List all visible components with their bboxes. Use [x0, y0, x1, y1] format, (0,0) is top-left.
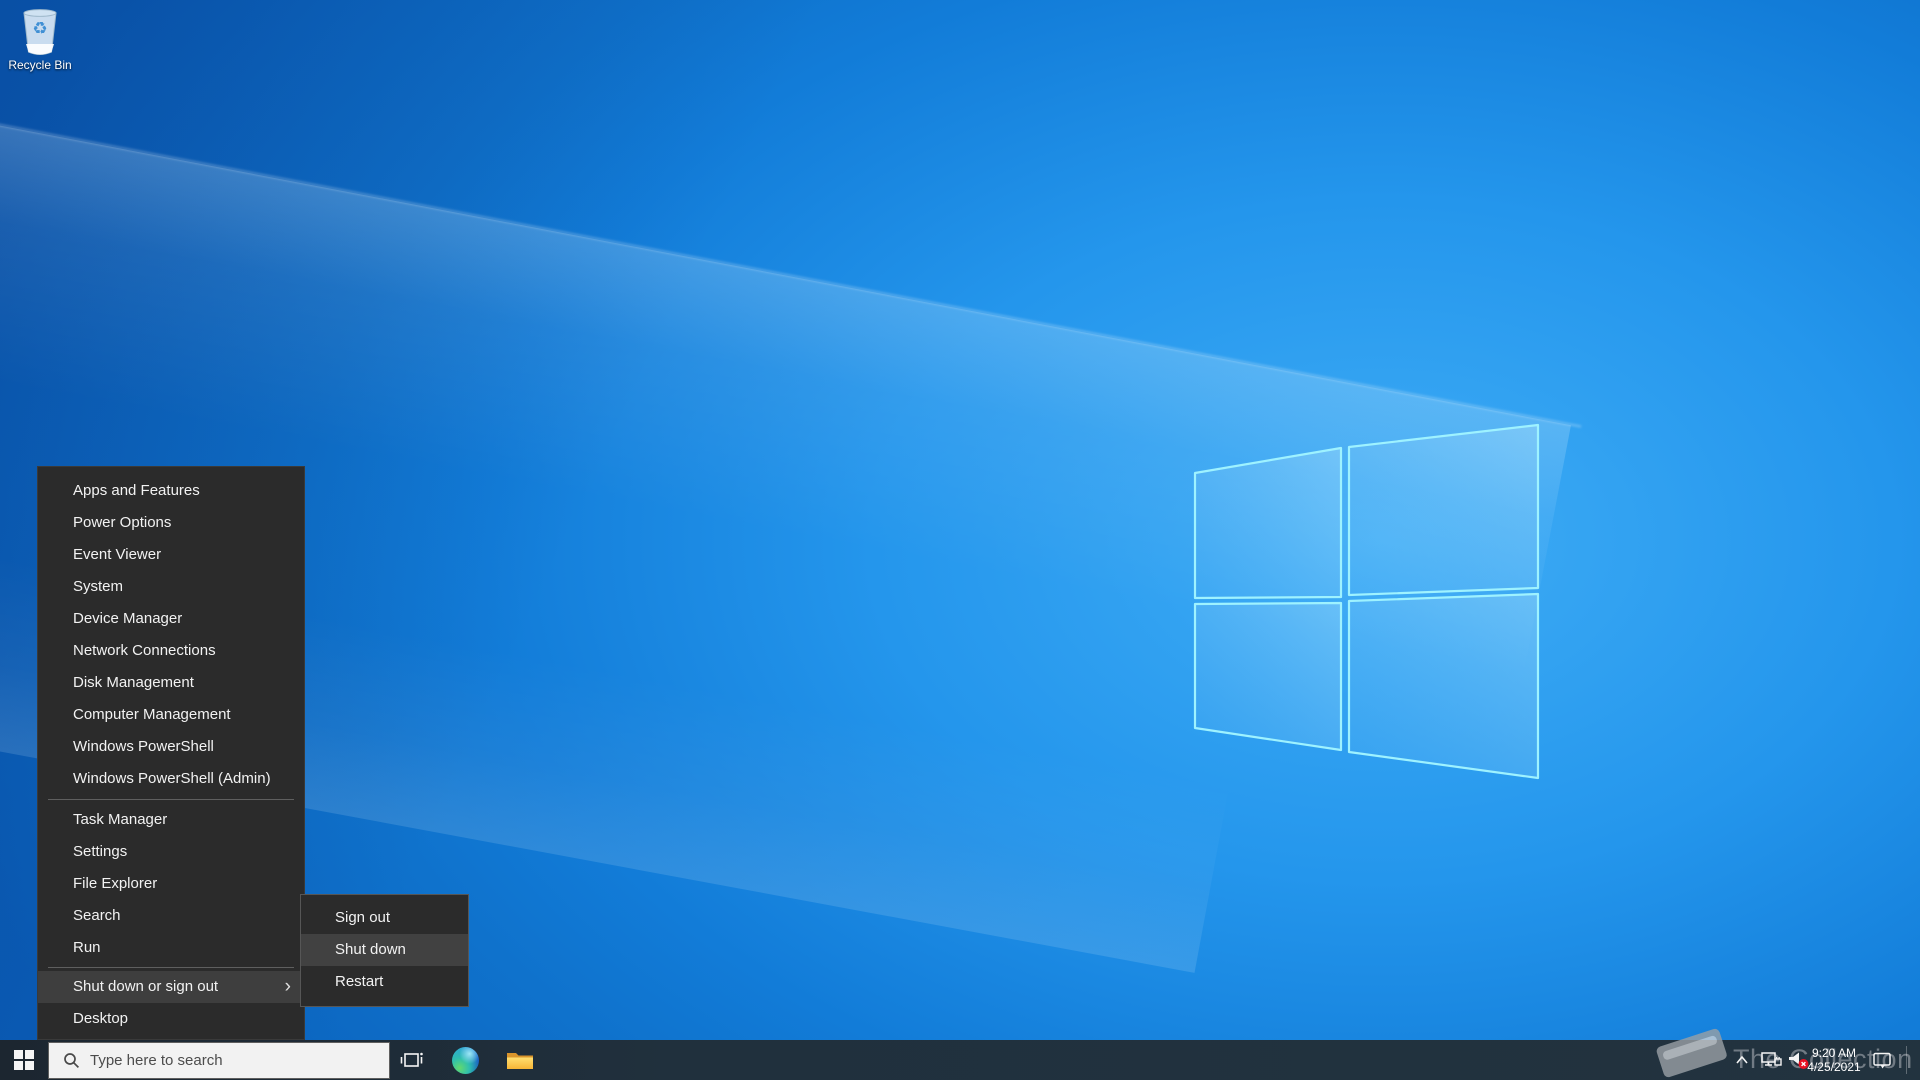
submenu-item-sign-out[interactable]: Sign out: [301, 902, 468, 934]
hidden-icons-chevron-button[interactable]: [1730, 1040, 1754, 1080]
menu-item-windows-powershell-admin[interactable]: Windows PowerShell (Admin): [38, 763, 304, 795]
menu-item-desktop[interactable]: Desktop: [38, 1003, 304, 1035]
submenu-item-restart[interactable]: Restart: [301, 966, 468, 998]
menu-item-label: Shut down or sign out: [73, 978, 219, 995]
menu-item-file-explorer[interactable]: File Explorer: [38, 868, 304, 900]
file-explorer-button[interactable]: [498, 1040, 542, 1080]
submenu-chevron-icon: ›: [284, 976, 291, 997]
menu-item-task-manager[interactable]: Task Manager: [38, 804, 304, 836]
action-center-button[interactable]: [1866, 1040, 1898, 1080]
clock-time: 9:20 AM: [1811, 1046, 1857, 1060]
recycle-arrows-glyph: ♻: [32, 19, 48, 39]
network-tray-button[interactable]: [1758, 1040, 1784, 1080]
search-input[interactable]: [90, 1052, 370, 1069]
task-view-icon: [400, 1052, 423, 1067]
task-view-button[interactable]: [390, 1040, 434, 1080]
wallpaper-light-ray-edge: [0, 122, 1582, 428]
menu-item-network-connections[interactable]: Network Connections: [38, 635, 304, 667]
chevron-up-icon: [1736, 1055, 1748, 1064]
power-submenu: Sign out Shut down Restart: [300, 894, 469, 1007]
menu-item-disk-management[interactable]: Disk Management: [38, 667, 304, 699]
start-button[interactable]: [0, 1040, 48, 1080]
menu-item-shut-down-or-sign-out[interactable]: Shut down or sign out ›: [38, 971, 304, 1003]
edge-icon: [451, 1046, 479, 1074]
menu-separator: [48, 967, 294, 968]
taskbar: [0, 1040, 1920, 1080]
recycle-bin-icon: ♻: [16, 6, 64, 56]
winx-menu: Apps and Features Power Options Event Vi…: [37, 466, 305, 1040]
menu-item-power-options[interactable]: Power Options: [38, 507, 304, 539]
windows-start-icon: [14, 1050, 34, 1070]
menu-item-search[interactable]: Search: [38, 900, 304, 932]
submenu-item-shut-down[interactable]: Shut down: [301, 934, 468, 966]
search-icon: [64, 1053, 80, 1069]
desktop: ♻ Recycle Bin Apps and Features Power Op…: [0, 0, 1920, 1080]
action-center-icon: [1873, 1052, 1891, 1068]
menu-item-event-viewer[interactable]: Event Viewer: [38, 539, 304, 571]
menu-item-windows-powershell[interactable]: Windows PowerShell: [38, 731, 304, 763]
file-explorer-icon: [507, 1052, 533, 1069]
menu-item-device-manager[interactable]: Device Manager: [38, 603, 304, 635]
clock-date: 4/25/2021: [1807, 1060, 1861, 1074]
recycle-bin-label: Recycle Bin: [8, 58, 72, 72]
menu-item-apps-and-features[interactable]: Apps and Features: [38, 475, 304, 507]
taskbar-search-box[interactable]: [48, 1042, 390, 1079]
menu-item-computer-management[interactable]: Computer Management: [38, 699, 304, 731]
menu-separator: [48, 799, 294, 800]
taskbar-clock[interactable]: 9:20 AM 4/25/2021: [1804, 1040, 1864, 1080]
windows-logo-wallpaper: [1193, 423, 1540, 780]
ethernet-network-icon: [1761, 1052, 1782, 1066]
menu-item-run[interactable]: Run: [38, 932, 304, 964]
menu-item-settings[interactable]: Settings: [38, 836, 304, 868]
recycle-bin-desktop-icon[interactable]: ♻ Recycle Bin: [4, 6, 76, 72]
show-desktop-divider[interactable]: [1906, 1046, 1907, 1074]
edge-browser-button[interactable]: [443, 1040, 487, 1080]
menu-item-system[interactable]: System: [38, 571, 304, 603]
